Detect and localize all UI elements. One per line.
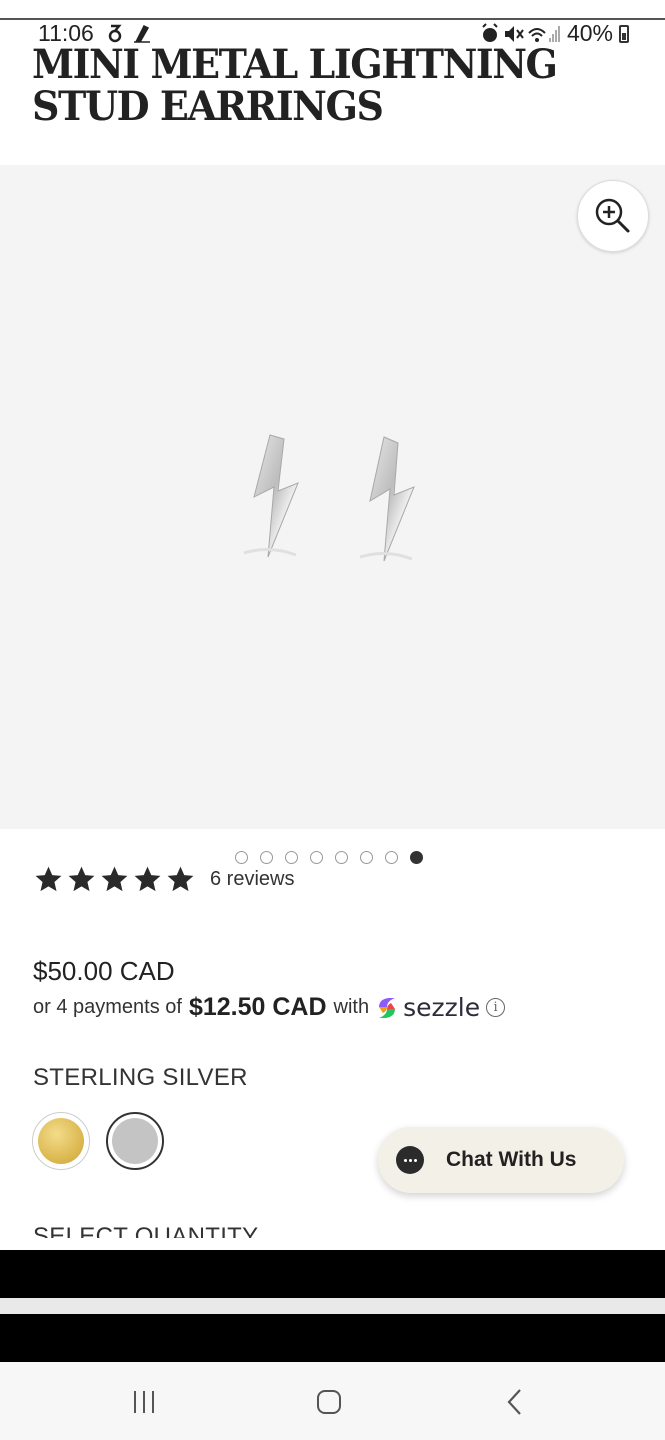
product-image-lightning-earrings (243, 434, 415, 562)
gallery-dot[interactable] (310, 851, 323, 864)
gallery-pagination (235, 851, 423, 864)
back-icon (507, 1389, 521, 1415)
select-quantity-text: SELECT QUANTITY (33, 1223, 259, 1238)
chat-with-us-button[interactable]: Chat With Us (378, 1127, 624, 1193)
battery-icon (619, 24, 629, 43)
product-price: $50.00 CAD (33, 956, 175, 986)
product-title: MINI METAL LIGHTNING STUD EARRINGS (32, 41, 558, 130)
star-icon (35, 866, 62, 892)
variant-label: STERLING SILVER (33, 1064, 248, 1091)
select-quantity-label: SELECT QUANTITY (33, 1222, 293, 1238)
gallery-dot[interactable] (260, 851, 273, 864)
gallery-dot[interactable] (360, 851, 373, 864)
gallery-dot[interactable] (335, 851, 348, 864)
swatch-gold[interactable] (32, 1112, 90, 1170)
swatch-silver-fill (112, 1118, 158, 1164)
installment-prefix: or 4 payments of (33, 996, 182, 1018)
sezzle-logo: sezzle (375, 993, 480, 1022)
gallery-dot[interactable] (385, 851, 398, 864)
installment-info: or 4 payments of $12.50 CAD with sezzle … (33, 993, 506, 1022)
star-icon (134, 866, 161, 892)
recents-button[interactable] (122, 1380, 166, 1424)
android-nav-bar (0, 1362, 665, 1440)
sezzle-wordmark: sezzle (403, 993, 481, 1022)
divider-strip (0, 1298, 665, 1314)
black-bar-bottom (0, 1314, 665, 1362)
color-swatches (32, 1112, 164, 1170)
star-icon (68, 866, 95, 892)
back-button[interactable] (494, 1380, 538, 1424)
info-icon[interactable]: i (486, 998, 506, 1017)
star-icon (167, 866, 194, 892)
rating-stars (33, 864, 196, 895)
home-icon (317, 1390, 341, 1414)
home-button[interactable] (307, 1380, 351, 1424)
zoom-in-icon (595, 198, 630, 233)
gallery-dot[interactable] (285, 851, 298, 864)
battery-percent: 40% (566, 20, 613, 46)
installment-amount: $12.50 CAD (188, 993, 327, 1021)
black-bar-top (0, 1250, 665, 1298)
star-icon (101, 866, 128, 892)
swatch-sterling-silver[interactable] (106, 1112, 164, 1170)
recents-icon (134, 1391, 154, 1413)
chat-label: Chat With Us (446, 1148, 577, 1171)
gallery-dot[interactable] (235, 851, 248, 864)
chat-bubble-icon (396, 1146, 424, 1174)
zoom-button[interactable] (577, 180, 649, 252)
swatch-gold-fill (38, 1118, 84, 1164)
top-edge (0, 0, 665, 20)
review-count-link[interactable]: 6 reviews (210, 868, 294, 891)
installment-suffix: with (333, 996, 370, 1018)
gallery-dot-active[interactable] (410, 851, 423, 864)
sezzle-icon (379, 997, 396, 1018)
product-rating[interactable]: 6 reviews (33, 864, 294, 895)
